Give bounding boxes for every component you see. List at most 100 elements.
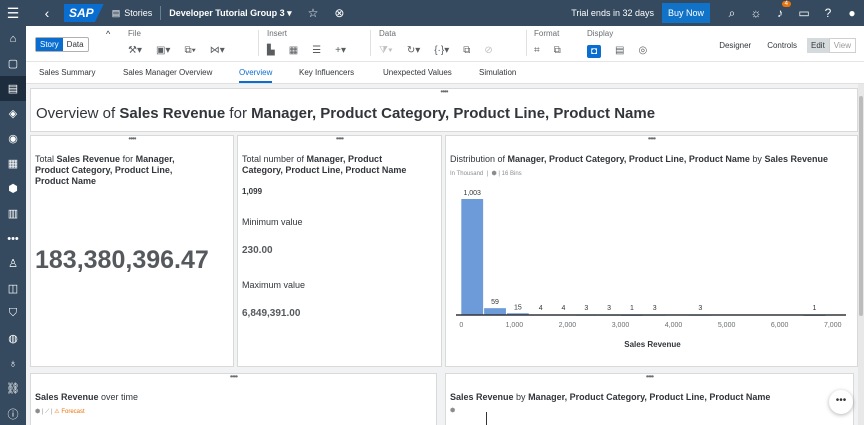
- time-series-card[interactable]: •••• Sales Revenue over time ⬢ | ⟋ | ⚠ F…: [30, 373, 437, 425]
- story-title[interactable]: Developer Tutorial Group 3 ▾: [169, 8, 291, 19]
- stories-icon: ▤: [111, 7, 121, 18]
- data-label: 1,003: [463, 190, 481, 197]
- explorer-icon[interactable]: ◎: [639, 45, 648, 58]
- data-group-label: Data: [379, 29, 396, 38]
- data-analyzer-icon[interactable]: ▥: [0, 201, 26, 226]
- max-label: Maximum value: [242, 280, 306, 290]
- modeler-icon[interactable]: ⬢: [0, 176, 26, 201]
- stories-link[interactable]: ▤ Stories: [112, 8, 153, 19]
- datasets-icon[interactable]: ▦: [0, 151, 26, 176]
- insert-group-label: Insert: [267, 29, 288, 38]
- left-navigation: ⌂ ▢ ▤ ◈ ◉ ▦ ⬢ ▥ ••• ♙ ◫ ⛉ ◍ ♁ ⛓ ⓘ: [0, 26, 26, 425]
- buy-now-button[interactable]: Buy Now: [661, 3, 710, 23]
- file-group: File ⚒▾ ▣▾ ⧉▾ ⋈▾: [128, 29, 225, 56]
- comment-mode-icon[interactable]: ◘: [587, 45, 602, 58]
- count-card[interactable]: •••• Total number of Manager, Product Ca…: [237, 135, 442, 367]
- back-icon[interactable]: ‹: [36, 5, 58, 21]
- files-icon[interactable]: ▢: [0, 51, 26, 76]
- chevron-down-icon: ▾: [287, 7, 292, 18]
- edit-mode-button[interactable]: Edit: [807, 38, 829, 53]
- tab-unexpected-values[interactable]: Unexpected Values: [383, 68, 452, 77]
- share-icon[interactable]: ⋈▾: [210, 45, 225, 56]
- catalog-icon[interactable]: ◫: [0, 276, 26, 301]
- stories-label: Stories: [124, 8, 153, 18]
- histogram-chart: 1,003 59 15 4 4 3 3 1 3 3 1 0 1,000 2,000 3,000 4,000 5,…: [456, 190, 846, 329]
- chart-icon[interactable]: ▙: [267, 45, 275, 56]
- title-card[interactable]: •••• Overview of Sales Revenue for Manag…: [30, 88, 858, 132]
- refresh-icon[interactable]: ↻▾: [407, 45, 420, 56]
- digital-boardroom-icon[interactable]: ◉: [0, 126, 26, 151]
- filter-icon[interactable]: ⧩▾: [379, 45, 393, 56]
- bell-icon[interactable]: ♪ 4: [768, 1, 792, 20]
- divider: [258, 30, 259, 56]
- histogram-card[interactable]: •••• Distribution of Manager, Product Ca…: [445, 135, 858, 367]
- more-icon[interactable]: •••: [0, 226, 26, 251]
- data-label: 1: [813, 305, 817, 312]
- data-label: 3: [607, 305, 611, 312]
- search-icon[interactable]: ⌕: [720, 6, 744, 21]
- connections-icon[interactable]: ⛓: [0, 376, 26, 401]
- bar-chart-card[interactable]: •••• Sales Revenue by Manager, Product C…: [445, 373, 854, 425]
- copy-icon[interactable]: ⧉▾: [184, 45, 195, 56]
- panel-icon[interactable]: ▤: [615, 45, 624, 58]
- story-toggle-button[interactable]: Story: [36, 38, 63, 51]
- tab-simulation[interactable]: Simulation: [479, 68, 516, 77]
- trial-text: Trial ends in 32 days: [571, 8, 654, 18]
- formula-icon[interactable]: {·}▾: [434, 45, 449, 56]
- drag-handle-icon[interactable]: ••••: [336, 135, 344, 143]
- home-icon[interactable]: ⌂: [0, 26, 26, 51]
- data-group: Data ⧩▾ ↻▾ {·}▾ ⧉ ⊘: [379, 29, 493, 56]
- user-avatar-icon[interactable]: ●: [840, 6, 864, 20]
- copy-data-icon[interactable]: ⧉: [463, 45, 470, 56]
- numeric-point-card[interactable]: •••• Total Sales Revenue for Manager, Pr…: [30, 135, 234, 367]
- stories-nav-icon[interactable]: ▤: [0, 76, 26, 101]
- view-mode-button[interactable]: View: [828, 38, 856, 53]
- tools-icon[interactable]: ⚒▾: [128, 45, 142, 56]
- drag-handle-icon[interactable]: ••••: [646, 373, 654, 381]
- format-painter-icon[interactable]: ⌗: [534, 45, 540, 56]
- table-icon[interactable]: ▦: [289, 45, 298, 56]
- lightbulb-icon[interactable]: ☼: [744, 6, 768, 20]
- story-toolbar: Story Data ^ File ⚒▾ ▣▾ ⧉▾ ⋈▾ Insert ▙ ▦…: [26, 26, 864, 62]
- drag-handle-icon[interactable]: ••••: [230, 373, 238, 381]
- file-group-label: File: [128, 29, 141, 38]
- x-tick-label: 0: [459, 322, 463, 329]
- disabled-icon[interactable]: ⊘: [484, 45, 492, 56]
- tab-sales-manager-overview[interactable]: Sales Manager Overview: [123, 68, 212, 77]
- controls-button[interactable]: Controls: [767, 41, 797, 50]
- tab-sales-summary[interactable]: Sales Summary: [39, 68, 95, 77]
- drag-handle-icon[interactable]: ••••: [128, 135, 136, 143]
- tab-overview[interactable]: Overview: [239, 68, 273, 83]
- deployment-icon[interactable]: ◍: [0, 326, 26, 351]
- shell-bar: ☰ ‹ SAP ▤ Stories Developer Tutorial Gro…: [0, 0, 864, 26]
- star-icon[interactable]: ☆: [308, 6, 319, 20]
- tab-key-influencers[interactable]: Key Influencers: [299, 68, 354, 77]
- transport-icon[interactable]: ♁: [0, 351, 26, 376]
- drag-handle-icon[interactable]: ••••: [440, 88, 448, 96]
- input-control-icon[interactable]: ☰: [312, 45, 321, 56]
- page-scrollbar[interactable]: [858, 84, 864, 425]
- users-icon[interactable]: ♙: [0, 251, 26, 276]
- scrollbar-thumb[interactable]: [859, 96, 863, 316]
- data-toggle-button[interactable]: Data: [63, 38, 88, 51]
- close-circle-icon[interactable]: ⊗: [334, 6, 344, 20]
- divider: [160, 6, 162, 20]
- x-tick-label: 5,000: [718, 322, 736, 329]
- info-icon[interactable]: ⓘ: [0, 401, 26, 425]
- histogram-bar[interactable]: [461, 199, 484, 315]
- card-title: Total Sales Revenue for Manager, Product…: [35, 154, 175, 186]
- styling-icon[interactable]: ⧉: [554, 45, 561, 56]
- histogram-bar[interactable]: [484, 308, 506, 315]
- collapse-toolbar-icon[interactable]: ^: [106, 29, 110, 39]
- designer-button[interactable]: Designer: [719, 41, 751, 50]
- help-icon[interactable]: ?: [816, 6, 840, 20]
- comment-icon[interactable]: ▭: [792, 6, 816, 20]
- menu-icon[interactable]: ☰: [0, 0, 26, 26]
- security-icon[interactable]: ⛉: [0, 301, 26, 326]
- save-icon[interactable]: ▣▾: [156, 45, 170, 56]
- analytic-apps-icon[interactable]: ◈: [0, 101, 26, 126]
- add-icon[interactable]: +▾: [335, 45, 346, 56]
- data-label: 59: [491, 299, 499, 306]
- more-actions-button[interactable]: •••: [829, 390, 853, 414]
- format-group-label: Format: [534, 29, 560, 38]
